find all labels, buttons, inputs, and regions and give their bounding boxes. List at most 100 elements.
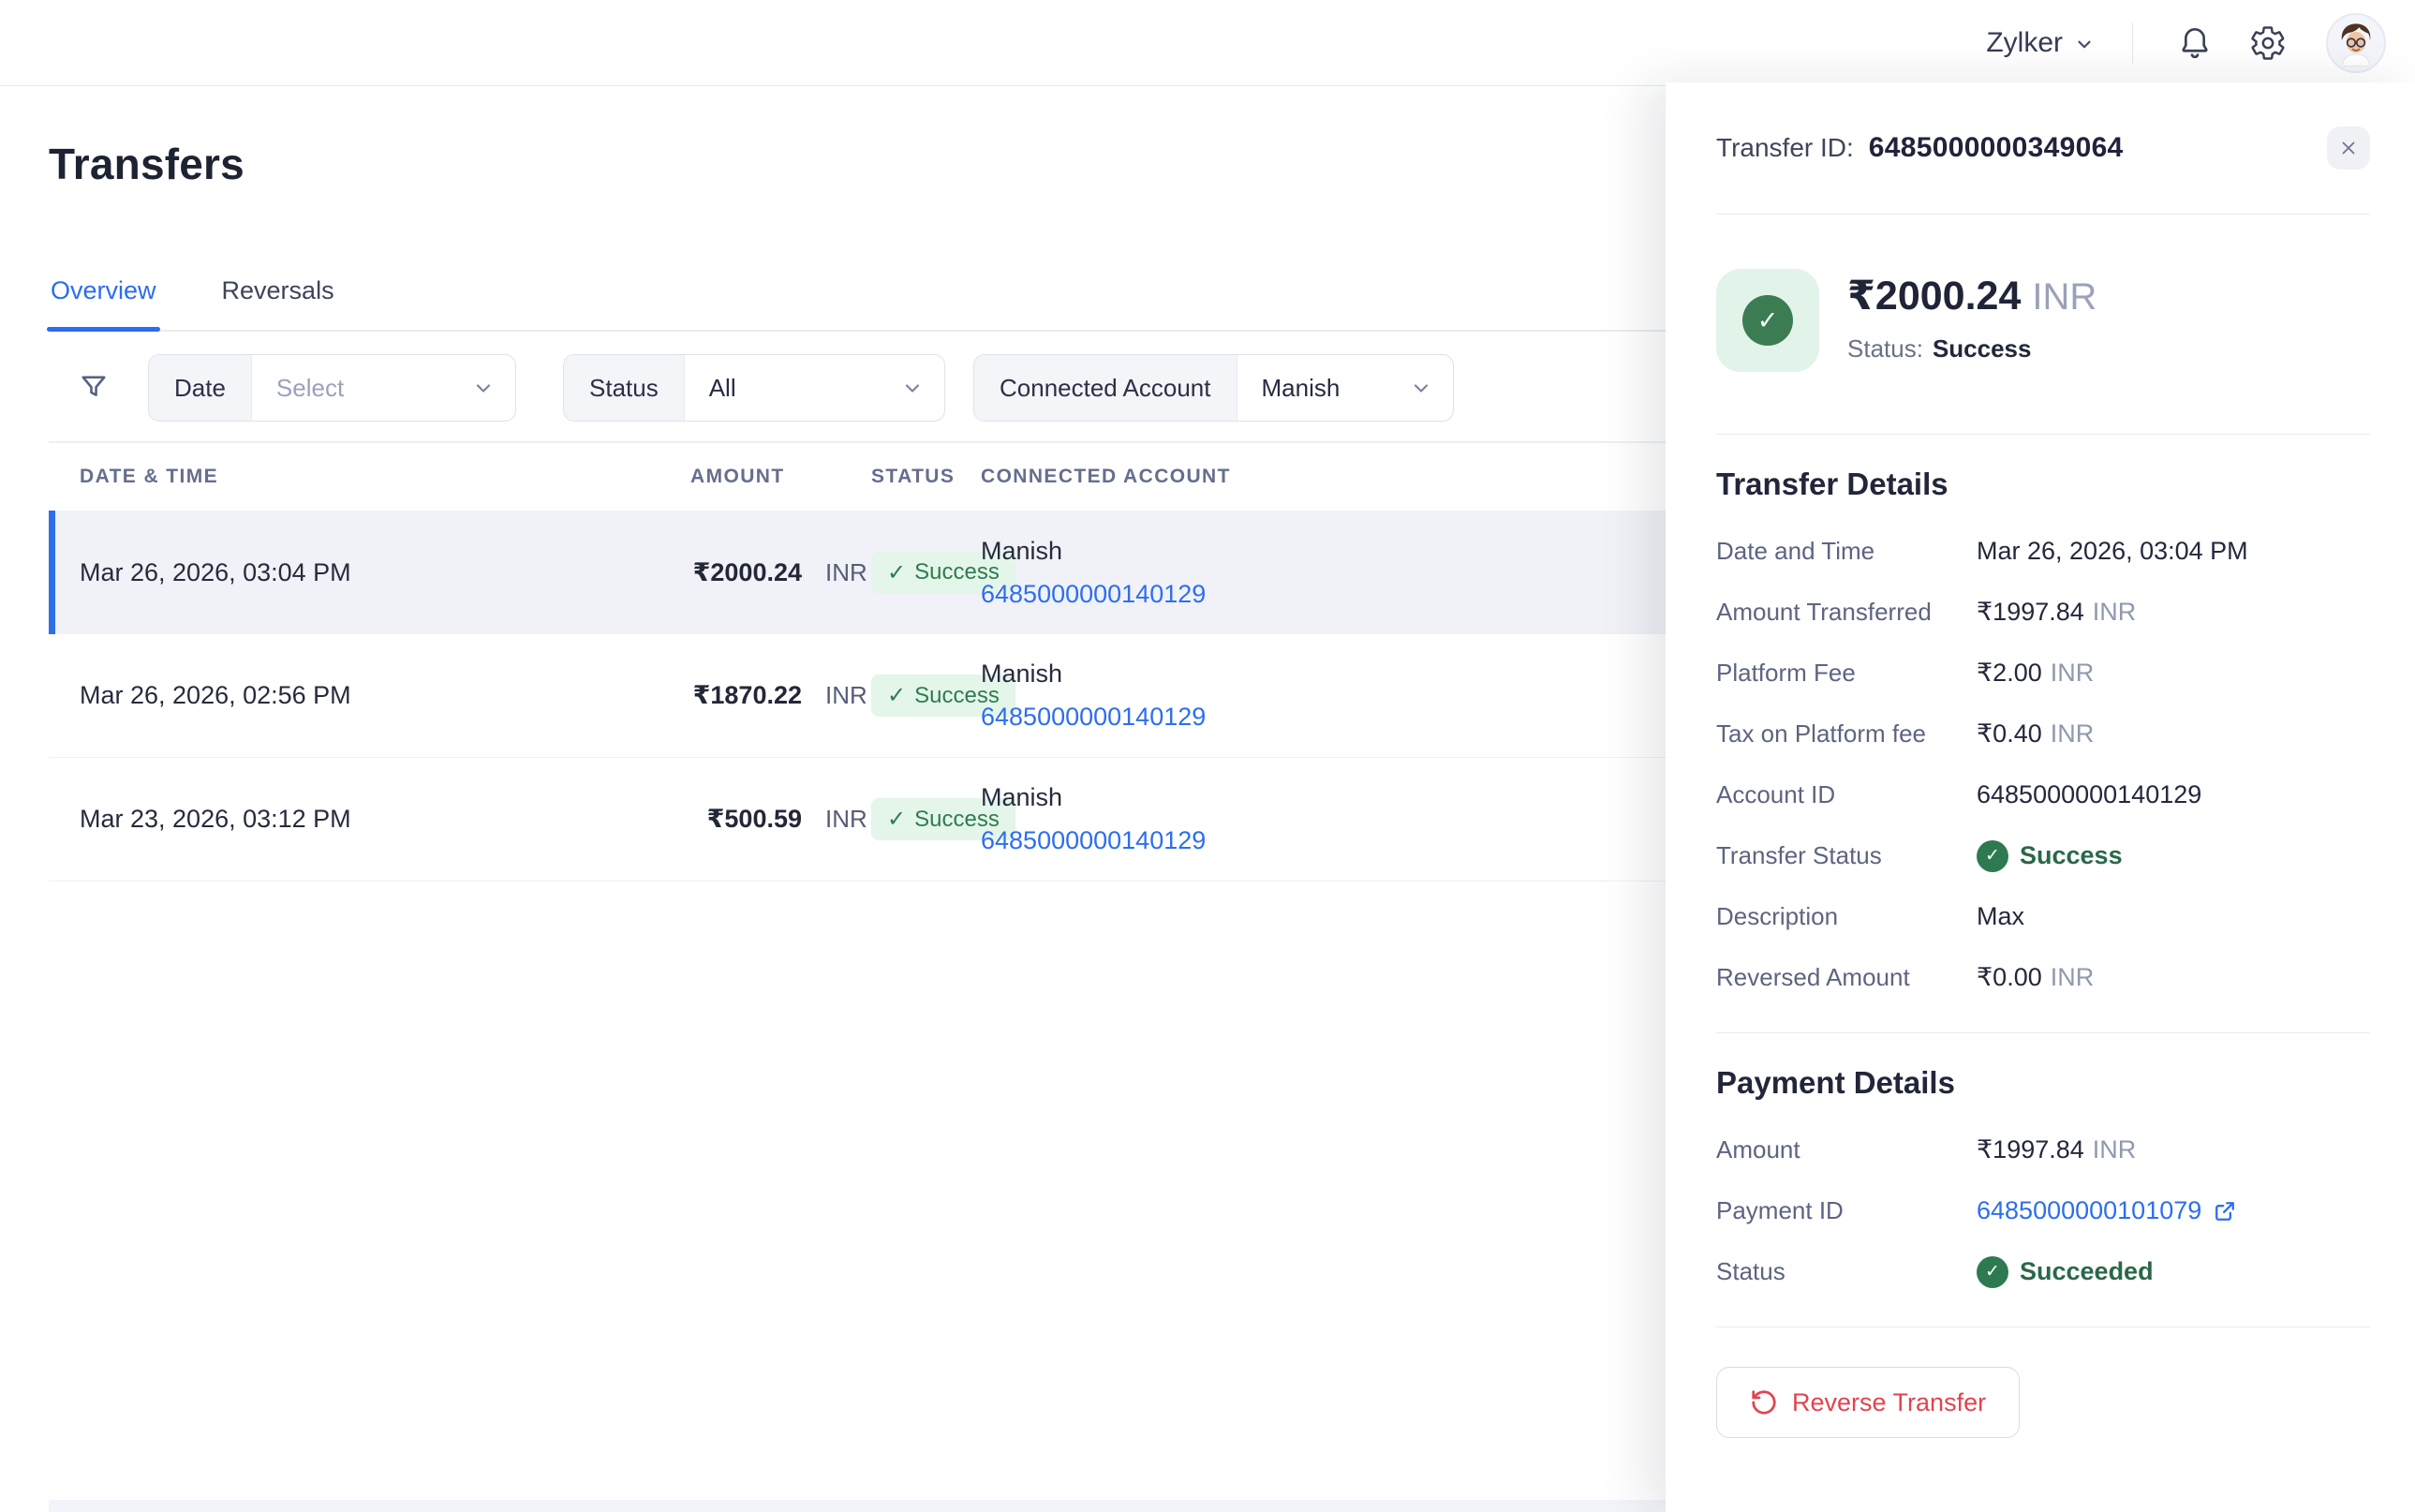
table-row[interactable]: Mar 26, 2026, 03:04 PM₹2000.24INR✓Succes…: [49, 511, 1666, 634]
transfer-detail-panel: Transfer ID: 6485000000349064 ✓ ₹2000.24…: [1666, 82, 2415, 1512]
amount-value: ₹1997.84: [1977, 1135, 2084, 1164]
detail-label: Date and Time: [1716, 537, 1977, 566]
detail-value: Max: [1977, 902, 2370, 931]
chevron-down-icon: [901, 377, 924, 399]
section-title: Transfer Details: [1716, 467, 2370, 502]
amount-value: ₹0.00: [1977, 963, 2042, 992]
cell-datetime: Mar 26, 2026, 02:56 PM: [80, 681, 690, 710]
amount-currency: INR: [2093, 1135, 2137, 1164]
detail-row: Date and TimeMar 26, 2026, 03:04 PM: [1716, 521, 2370, 582]
close-panel-button[interactable]: [2327, 126, 2370, 170]
amount-value: ₹1870.22: [690, 681, 802, 710]
detail-label: Transfer Status: [1716, 841, 1977, 870]
divider: [1716, 1032, 2370, 1033]
detail-rows: Date and TimeMar 26, 2026, 03:04 PMAmoun…: [1716, 521, 2370, 1008]
check-icon: ✓: [887, 559, 906, 586]
selected-row-accent: [49, 511, 55, 634]
filter-button[interactable]: [77, 371, 111, 405]
connected-account-id-link[interactable]: 6485000000140129: [981, 826, 1206, 854]
detail-label: Amount Transferred: [1716, 598, 1977, 627]
cell-status: ✓Success: [871, 552, 981, 594]
amount-currency: INR: [2051, 719, 2095, 749]
detail-row: Transfer Status✓Success: [1716, 825, 2370, 886]
detail-rows: Amount₹1997.84 INR Payment ID6485000000101…: [1716, 1119, 2370, 1302]
amount-value: ₹500.59: [690, 805, 802, 834]
check-circle-icon: ✓: [1977, 840, 2008, 872]
detail-value-status: ✓Success: [1977, 840, 2370, 872]
cell-connected-account: Manish6485000000140129: [981, 783, 1416, 855]
detail-row: Reversed Amount₹0.00INR: [1716, 947, 2370, 1008]
amount-value: ₹0.40: [1977, 719, 2042, 749]
amount-currency: INR: [2093, 598, 2137, 627]
detail-value-amount: ₹2.00INR: [1977, 659, 2370, 688]
table-row[interactable]: Mar 23, 2026, 03:12 PM₹500.59INR✓Success…: [49, 758, 1666, 882]
status-filter-value: All: [685, 355, 944, 421]
detail-label: Platform Fee: [1716, 659, 1977, 688]
transfers-table: DATE & TIME AMOUNT STATUS CONNECTED ACCO…: [49, 443, 1666, 882]
success-tile: ✓: [1716, 269, 1819, 372]
payment-id-link[interactable]: 6485000000101079: [1977, 1196, 2238, 1225]
section-title: Payment Details: [1716, 1065, 2370, 1101]
org-name: Zylker: [1986, 27, 2063, 59]
pagination-strip: [49, 1500, 1666, 1512]
amount-value: ₹1997.84: [1977, 598, 2084, 627]
table-row[interactable]: Mar 26, 2026, 02:56 PM₹1870.22INR✓Succes…: [49, 634, 1666, 758]
column-header-connected-account: CONNECTED ACCOUNT: [981, 466, 1416, 488]
filter-bar: Date Select Status All: [49, 354, 1454, 422]
column-header-amount: AMOUNT: [690, 466, 871, 488]
cell-datetime: Mar 26, 2026, 03:04 PM: [80, 558, 690, 587]
detail-row: Status✓Succeeded: [1716, 1241, 2370, 1302]
table-body: Mar 26, 2026, 03:04 PM₹2000.24INR✓Succes…: [49, 511, 1666, 882]
divider: [1716, 434, 2370, 435]
user-avatar[interactable]: [2326, 13, 2386, 73]
check-icon: ✓: [887, 682, 906, 709]
reverse-transfer-button[interactable]: Reverse Transfer: [1716, 1367, 2020, 1438]
funnel-icon: [77, 371, 111, 405]
date-filter[interactable]: Date Select: [148, 354, 516, 422]
amount-currency: INR: [2051, 963, 2095, 992]
cell-status: ✓Success: [871, 674, 981, 717]
connected-account-name: Manish: [981, 537, 1416, 566]
chevron-down-icon: [2074, 34, 2095, 54]
detail-value-amount: ₹0.40 INR: [1977, 719, 2370, 749]
top-bar: Zylker: [0, 0, 2415, 86]
detail-row: Amount Transferred₹1997.84 INR: [1716, 582, 2370, 643]
bell-icon: [2176, 24, 2214, 62]
detail-row: Payment ID6485000000101079: [1716, 1180, 2370, 1241]
panel-header: Transfer ID: 6485000000349064: [1716, 82, 2370, 215]
reverse-arrow-icon: [1750, 1388, 1778, 1416]
status-filter[interactable]: Status All: [563, 354, 945, 422]
detail-value: 6485000000140129: [1977, 780, 2370, 809]
status-filter-label: Status: [564, 355, 685, 421]
tab-reversals[interactable]: Reversals: [220, 259, 336, 330]
settings-button[interactable]: [2244, 19, 2292, 67]
amount-currency: INR: [825, 558, 867, 587]
table-header: DATE & TIME AMOUNT STATUS CONNECTED ACCO…: [49, 443, 1666, 511]
close-icon: [2338, 138, 2359, 158]
column-header-status: STATUS: [871, 466, 981, 488]
amount-currency: INR: [825, 805, 867, 834]
external-link-icon: [2212, 1198, 2238, 1224]
status-text: Succeeded: [2020, 1257, 2154, 1286]
connected-account-id-link[interactable]: 6485000000140129: [981, 703, 1206, 731]
detail-label: Account ID: [1716, 780, 1977, 809]
detail-value-amount: ₹0.00 INR: [1977, 963, 2370, 992]
tab-overview[interactable]: Overview: [49, 259, 158, 330]
detail-value-amount: ₹1997.84 INR: [1977, 1135, 2370, 1164]
notifications-button[interactable]: [2171, 19, 2219, 67]
summary-currency: INR: [2032, 276, 2096, 318]
transfers-app: Zylker: [0, 0, 2415, 1512]
detail-label: Amount: [1716, 1135, 1977, 1164]
chevron-down-icon: [1410, 377, 1432, 399]
transfers-main: Transfers Overview Reversals Date Select: [0, 86, 1666, 1512]
connected-account-filter[interactable]: Connected Account Manish: [973, 354, 1454, 422]
org-switcher[interactable]: Zylker: [1986, 27, 2095, 59]
connected-account-id-link[interactable]: 6485000000140129: [981, 580, 1206, 608]
avatar-illustration: [2328, 15, 2384, 71]
detail-row: DescriptionMax: [1716, 886, 2370, 947]
amount-value: ₹2.00: [1977, 659, 2042, 688]
detail-row: Amount₹1997.84 INR: [1716, 1119, 2370, 1180]
connected-account-filter-label: Connected Account: [974, 355, 1237, 421]
detail-label: Payment ID: [1716, 1196, 1977, 1225]
detail-row: Platform Fee₹2.00INR: [1716, 643, 2370, 704]
